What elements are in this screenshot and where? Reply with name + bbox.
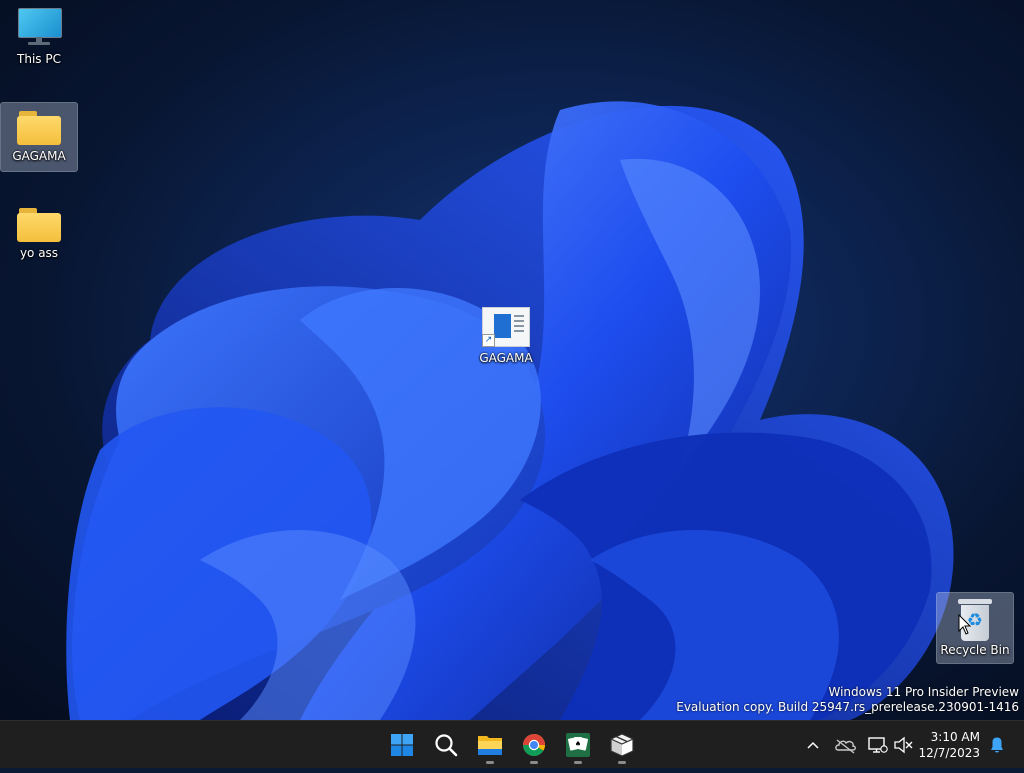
watermark-build: Evaluation copy. Build 25947.rs_prerelea… [676, 700, 1019, 714]
desktop-icon-label: Recycle Bin [940, 643, 1010, 657]
desktop-icon-label: This PC [17, 52, 61, 66]
network-button[interactable] [864, 721, 890, 769]
network-icon [868, 737, 888, 753]
notification-bell-icon [991, 737, 1003, 753]
running-indicator [486, 761, 494, 764]
desktop-icon-gagama-folder[interactable]: GAGAMA [0, 102, 78, 172]
running-indicator [618, 761, 626, 764]
desktop-icon-recycle-bin[interactable]: ♻ Recycle Bin [936, 592, 1014, 664]
watermark-edition: Windows 11 Pro Insider Preview [828, 685, 1019, 699]
onedrive-button[interactable] [832, 721, 858, 769]
folder-icon [17, 111, 61, 145]
desktop-icon-yo-ass-folder[interactable]: yo ass [1, 208, 77, 272]
file-explorer-icon [478, 736, 502, 755]
computer-monitor-icon [17, 8, 62, 48]
desktop-icon-gagama-shortcut[interactable]: ↗ GAGAMA [468, 307, 544, 369]
windows-start-icon [391, 734, 413, 756]
onedrive-offline-icon [835, 739, 856, 754]
desktop-icon-label: yo ass [19, 246, 59, 260]
start-button[interactable] [382, 725, 422, 765]
search-button[interactable] [426, 725, 466, 765]
package-app-button[interactable] [602, 725, 642, 765]
shortcut-arrow-icon: ↗ [482, 334, 495, 347]
mouse-pointer-icon [958, 614, 972, 635]
chrome-icon [523, 734, 545, 756]
desktop-icon-label: GAGAMA [12, 149, 66, 163]
evaluation-watermark: Windows 11 Pro Insider Preview Evaluatio… [676, 685, 1019, 715]
app-shortcut-icon: ↗ [482, 307, 530, 347]
desktop-icon-label: GAGAMA [479, 351, 533, 365]
package-box-icon [609, 733, 635, 757]
folder-icon [17, 208, 61, 242]
running-indicator [574, 761, 582, 764]
svg-text:♠: ♠ [575, 740, 581, 748]
clock-time: 3:10 AM [930, 730, 980, 744]
solitaire-icon: ♠ [566, 733, 590, 757]
clock-date: 12/7/2023 [918, 746, 980, 760]
show-hidden-icons-button[interactable] [800, 721, 826, 769]
clock-button[interactable]: 3:10 AM 12/7/2023 [910, 729, 980, 761]
notification-center-button[interactable] [986, 721, 1008, 769]
search-icon [435, 734, 458, 757]
running-indicator [530, 761, 538, 764]
desktop-icon-this-pc[interactable]: This PC [1, 8, 77, 76]
chrome-button[interactable] [514, 725, 554, 765]
file-explorer-button[interactable] [470, 725, 510, 765]
taskbar: ♠ 3:10 AM 12/7/2023 [0, 720, 1024, 768]
chevron-up-icon [807, 741, 819, 749]
solitaire-button[interactable]: ♠ [558, 725, 598, 765]
